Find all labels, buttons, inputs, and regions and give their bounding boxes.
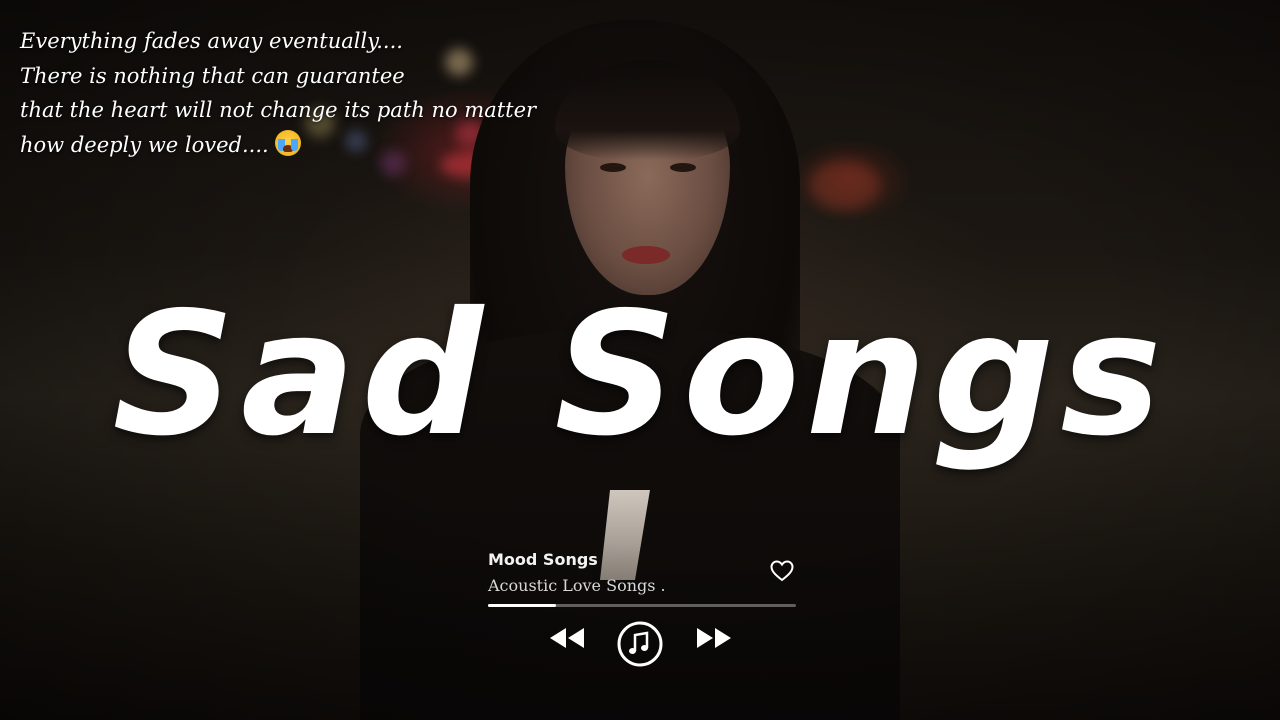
player-title: Mood Songs xyxy=(488,550,598,569)
player-subtitle: Acoustic Love Songs . xyxy=(488,576,666,595)
thumbnail-canvas: Everything fades away eventually.... The… xyxy=(0,0,1280,720)
music-player: Mood Songs Acoustic Love Songs . xyxy=(488,548,798,678)
progress-bar[interactable] xyxy=(488,604,796,607)
quote-line: that the heart will not change its path … xyxy=(20,98,537,122)
quote-line: Everything fades away eventually.... xyxy=(20,29,403,53)
quote-line-last: how deeply we loved.... xyxy=(20,128,536,163)
heart-icon[interactable] xyxy=(770,560,794,582)
fast-forward-icon[interactable] xyxy=(695,626,733,650)
quote-line: how deeply we loved.... xyxy=(20,132,269,157)
progress-fill xyxy=(488,604,556,607)
crying-face-icon xyxy=(274,129,301,156)
quote-line: There is nothing that can guarantee xyxy=(20,63,405,88)
rewind-icon[interactable] xyxy=(548,626,586,650)
page-title: Sad Songs xyxy=(112,276,1168,474)
music-note-icon[interactable] xyxy=(616,620,664,668)
quote-text: Everything fades away eventually.... The… xyxy=(20,24,536,162)
